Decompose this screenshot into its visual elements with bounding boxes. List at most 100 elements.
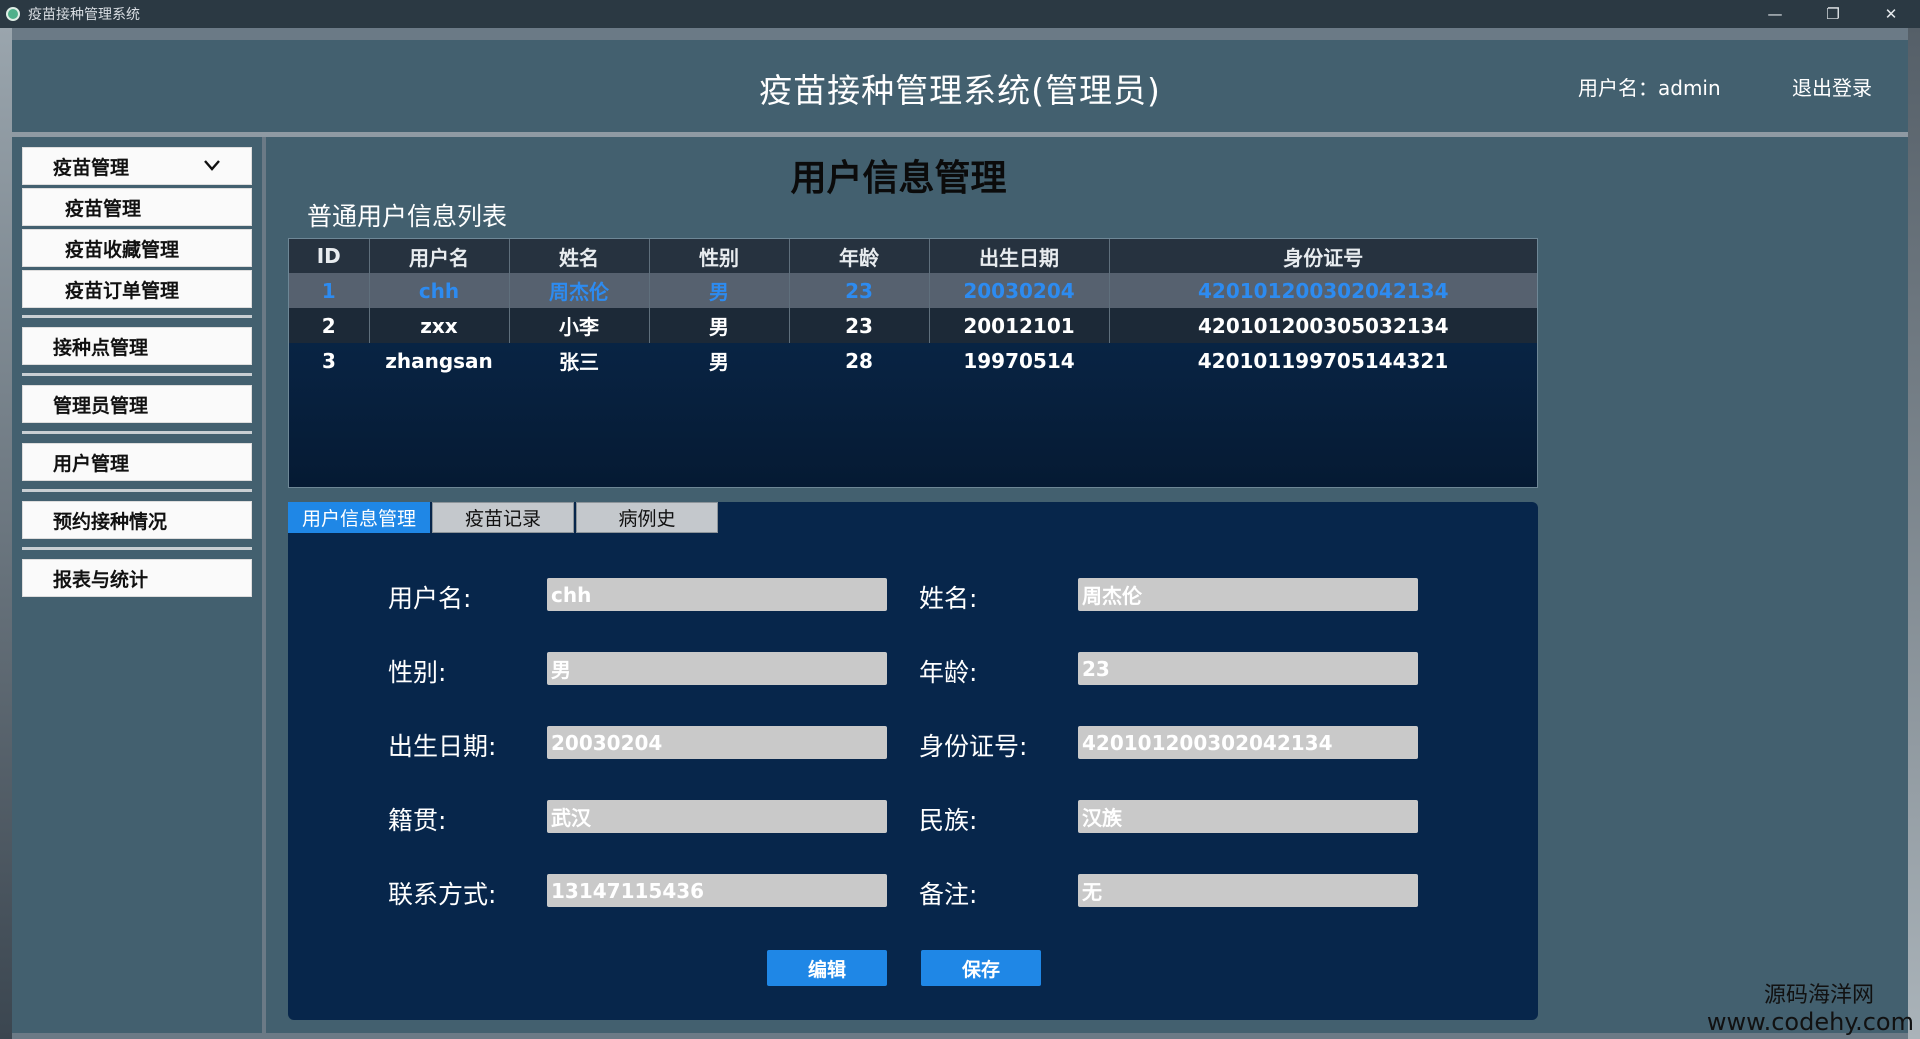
sidebar-item-admins[interactable]: 管理员管理 (22, 385, 252, 423)
chevron-down-icon (204, 160, 220, 171)
id-number-label: 身份证号: (919, 732, 1028, 761)
sidebar-divider (22, 373, 252, 376)
logout-link[interactable]: 退出登录 (1792, 72, 1872, 101)
sidebar-item-label: 报表与统计 (53, 568, 149, 591)
background-right (1908, 28, 1920, 1039)
sidebar-item-label: 疫苗订单管理 (65, 279, 180, 302)
current-user-label: 用户名：admin (1578, 76, 1721, 100)
table-cell: 男 (649, 308, 790, 343)
sidebar-divider (22, 431, 252, 434)
sidebar-item-vaccine-manage[interactable]: 疫苗管理 (22, 188, 252, 226)
column-header[interactable]: ID (289, 239, 370, 273)
sidebar-item-label: 预约接种情况 (53, 510, 168, 533)
sidebar-item-sites[interactable]: 接种点管理 (22, 327, 252, 365)
edit-button[interactable]: 编辑 (767, 950, 887, 986)
sidebar-item-users[interactable]: 用户管理 (22, 443, 252, 481)
age-label: 年龄: (919, 658, 978, 687)
name-field[interactable]: 周杰伦 (1078, 578, 1418, 611)
contact-label: 联系方式: (388, 880, 497, 909)
column-header[interactable]: 性别 (649, 239, 790, 273)
sidebar-divider (22, 547, 252, 550)
table-cell: 20030204 (929, 273, 1110, 308)
close-button[interactable]: ✕ (1862, 0, 1920, 28)
user-detail-panel: 用户信息管理 疫苗记录 病例史 用户名: chh 姓名: 周杰伦 性别: 男 年… (288, 502, 1538, 1020)
remark-field[interactable]: 无 (1078, 874, 1418, 907)
table-cell: 420101199705144321 (1197, 348, 1449, 373)
table-cell: 19970514 (963, 348, 1075, 373)
sidebar-item-vaccine-favorites[interactable]: 疫苗收藏管理 (22, 229, 252, 267)
table-cell: 男 (709, 350, 729, 374)
column-header[interactable]: 出生日期 (929, 239, 1110, 273)
detail-tabs: 用户信息管理 疫苗记录 病例史 (288, 502, 720, 533)
ethnicity-label: 民族: (919, 806, 978, 835)
sidebar-divider (22, 489, 252, 492)
sidebar-item-label: 疫苗管理 (65, 197, 142, 220)
table-cell: 张三 (559, 350, 599, 374)
gender-field[interactable]: 男 (547, 652, 887, 685)
table-cell: zhangsan (385, 348, 493, 373)
watermark-line2: www.codehy.com (1706, 1008, 1914, 1036)
column-header[interactable]: 姓名 (509, 239, 650, 273)
window-title: 疫苗接种管理系统 (28, 7, 140, 23)
table-cell: 男 (649, 273, 790, 308)
table-cell: 1 (289, 273, 370, 308)
table-cell: 2 (289, 308, 370, 343)
username-field[interactable]: chh (547, 578, 887, 611)
sidebar-item-appointments[interactable]: 预约接种情况 (22, 501, 252, 539)
page-title: 用户信息管理 (790, 158, 1007, 199)
restore-button[interactable]: ❐ (1804, 0, 1862, 28)
table-cell: 周杰伦 (509, 273, 650, 308)
table-cell: 23 (789, 273, 930, 308)
tab-vaccine-records[interactable]: 疫苗记录 (432, 502, 574, 533)
table-cell: 420101200302042134 (1198, 278, 1449, 303)
save-button[interactable]: 保存 (921, 950, 1041, 986)
table-header-row: ID 用户名 姓名 性别 年龄 出生日期 身份证号 (289, 239, 1537, 273)
remark-label: 备注: (919, 880, 978, 909)
sidebar-item-vaccine-orders[interactable]: 疫苗订单管理 (22, 270, 252, 308)
birth-field[interactable]: 20030204 (547, 726, 887, 759)
table-cell: 20012101 (929, 308, 1110, 343)
birth-label: 出生日期: (388, 732, 497, 761)
tab-medical-history[interactable]: 病例史 (576, 502, 718, 533)
name-label: 姓名: (919, 584, 978, 613)
table-row[interactable]: 1 chh 周杰伦 男 23 20030204 4201012003020421… (289, 273, 1537, 308)
tab-user-info[interactable]: 用户信息管理 (288, 502, 430, 533)
contact-field[interactable]: 13147115436 (547, 874, 887, 907)
table-cell: 420101200305032134 (1198, 313, 1449, 338)
table-cell: 28 (845, 348, 873, 373)
watermark: 源码海洋网 www.codehy.com (1707, 983, 1914, 1035)
ethnicity-field[interactable]: 汉族 (1078, 800, 1418, 833)
watermark-line1: 源码海洋网 (1763, 983, 1874, 1008)
sidebar-item-label: 疫苗收藏管理 (65, 238, 180, 261)
table-cell: 23 (789, 308, 930, 343)
table-cell: chh (369, 273, 510, 308)
window-titlebar: 疫苗接种管理系统 — ❐ ✕ (0, 0, 1920, 28)
sidebar-item-label: 用户管理 (53, 452, 130, 475)
age-field[interactable]: 23 (1078, 652, 1418, 685)
app-header: 疫苗接种管理系统(管理员) 用户名：admin 退出登录 (12, 40, 1908, 132)
column-header[interactable]: 年龄 (789, 239, 930, 273)
table-cell: zxx (369, 308, 510, 343)
sidebar-group-vaccine[interactable]: 疫苗管理 (22, 147, 252, 185)
sidebar-item-reports[interactable]: 报表与统计 (22, 559, 252, 597)
gender-label: 性别: (388, 658, 447, 687)
table-row[interactable]: 2 zxx 小李 男 23 20012101 42010120030503213… (289, 308, 1537, 343)
column-header[interactable]: 身份证号 (1109, 239, 1537, 273)
username-label: 用户名: (388, 584, 472, 613)
minimize-button[interactable]: — (1746, 0, 1804, 28)
sidebar-group-label: 疫苗管理 (53, 156, 130, 179)
table-row[interactable]: 3 zhangsan 张三 男 28 19970514 420101199705… (289, 343, 1537, 378)
column-header[interactable]: 用户名 (369, 239, 510, 273)
list-title: 普通用户信息列表 (307, 202, 508, 231)
background-left (0, 28, 12, 1039)
sidebar-item-label: 管理员管理 (53, 394, 149, 417)
main-panel: 用户信息管理 普通用户信息列表 ID 用户名 姓名 性别 年龄 出生日期 身份证… (266, 137, 1908, 1033)
table-cell: 小李 (509, 308, 650, 343)
native-place-label: 籍贯: (388, 806, 447, 835)
native-place-field[interactable]: 武汉 (547, 800, 887, 833)
sidebar-item-label: 接种点管理 (53, 336, 149, 359)
app-icon (6, 7, 20, 21)
sidebar-divider (22, 315, 252, 318)
user-table: ID 用户名 姓名 性别 年龄 出生日期 身份证号 1 chh 周杰伦 男 23… (288, 238, 1538, 488)
id-number-field[interactable]: 420101200302042134 (1078, 726, 1418, 759)
